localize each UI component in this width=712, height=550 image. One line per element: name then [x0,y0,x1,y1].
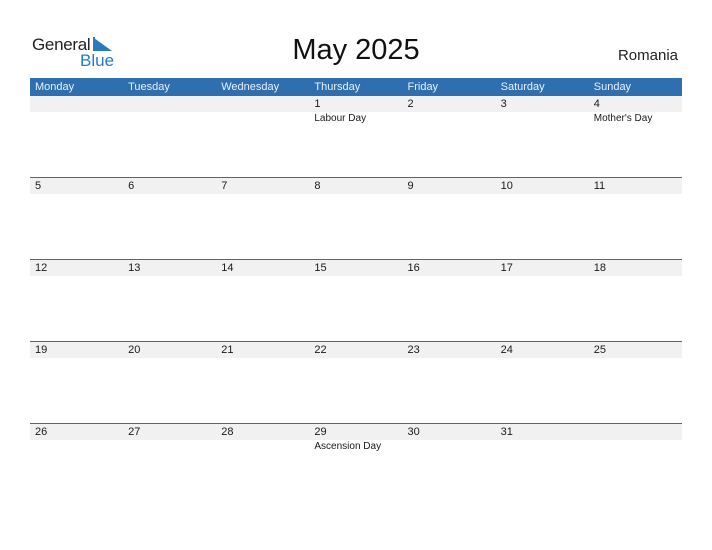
week-row: 26 27 28 29 30 31 Ascension Day [30,423,682,505]
holiday-label [216,112,309,126]
day-number: 23 [407,344,420,356]
day-number: 28 [221,426,234,438]
day-number: 20 [128,344,141,356]
holiday-label [30,112,123,126]
day-number: 11 [593,180,606,192]
day-number: 25 [593,344,606,356]
holiday-label [123,440,216,454]
holiday-row: Ascension Day [30,440,682,454]
day-number: 30 [407,426,420,438]
day-number: 10 [500,180,513,192]
day-number: 4 [593,98,600,110]
day-number: 8 [314,180,321,192]
weekday-wednesday: Wednesday [221,81,280,93]
holiday-label [496,440,589,454]
week-row: 1 2 3 4 Labour Day Mother's Day [30,96,682,177]
day-number: 26 [35,426,48,438]
day-number: 29 [314,426,327,438]
day-number-row: 12 13 14 15 16 17 18 [30,260,682,276]
day-number: 19 [35,344,48,356]
holiday-label [30,440,123,454]
day-number: 9 [407,180,414,192]
day-number: 15 [314,262,327,274]
day-number: 7 [221,180,228,192]
day-number-row: 19 20 21 22 23 24 25 [30,342,682,358]
day-number: 14 [221,262,234,274]
weekday-saturday: Saturday [500,81,545,93]
calendar-grid: Monday Tuesday Wednesday Thursday Friday… [30,78,682,505]
day-number: 24 [500,344,513,356]
holiday-label [403,440,496,454]
day-number-row: 5 6 7 8 9 10 11 [30,178,682,194]
day-number: 17 [500,262,513,274]
day-number-row: 26 27 28 29 30 31 [30,424,682,440]
holiday-label [216,440,309,454]
holiday-label [589,440,682,454]
day-number: 6 [128,180,135,192]
holiday-label: Labour Day [314,113,367,124]
week-row: 12 13 14 15 16 17 18 [30,259,682,341]
week-row: 19 20 21 22 23 24 25 [30,341,682,423]
weekday-thursday: Thursday [314,81,361,93]
day-number: 16 [407,262,420,274]
week-row: 5 6 7 8 9 10 11 [30,177,682,259]
weekday-tuesday: Tuesday [128,81,170,93]
day-number: 2 [407,98,414,110]
holiday-label [496,112,589,126]
country-label: Romania [617,47,678,64]
day-number-row: 1 2 3 4 [30,96,682,112]
day-number: 3 [500,98,507,110]
day-number: 22 [314,344,327,356]
holiday-label [403,112,496,126]
weekday-monday: Monday [35,81,75,93]
day-number: 18 [593,262,606,274]
day-number [123,96,216,112]
page-title: May 2025 [292,34,420,66]
weekday-friday: Friday [407,81,439,93]
day-number [30,96,123,112]
weekday-sunday: Sunday [593,81,632,93]
day-number [589,424,682,440]
day-number: 1 [314,98,321,110]
holiday-row: Labour Day Mother's Day [30,112,682,126]
day-number: 27 [128,426,141,438]
day-number: 13 [128,262,141,274]
day-number: 5 [35,180,42,192]
holiday-label: Ascension Day [314,441,382,452]
day-number: 12 [35,262,48,274]
holiday-label: Mother's Day [593,113,653,124]
holiday-label [123,112,216,126]
weekday-header: Monday Tuesday Wednesday Thursday Friday… [30,78,682,96]
day-number: 21 [221,344,234,356]
day-number: 31 [500,426,513,438]
day-number [216,96,309,112]
